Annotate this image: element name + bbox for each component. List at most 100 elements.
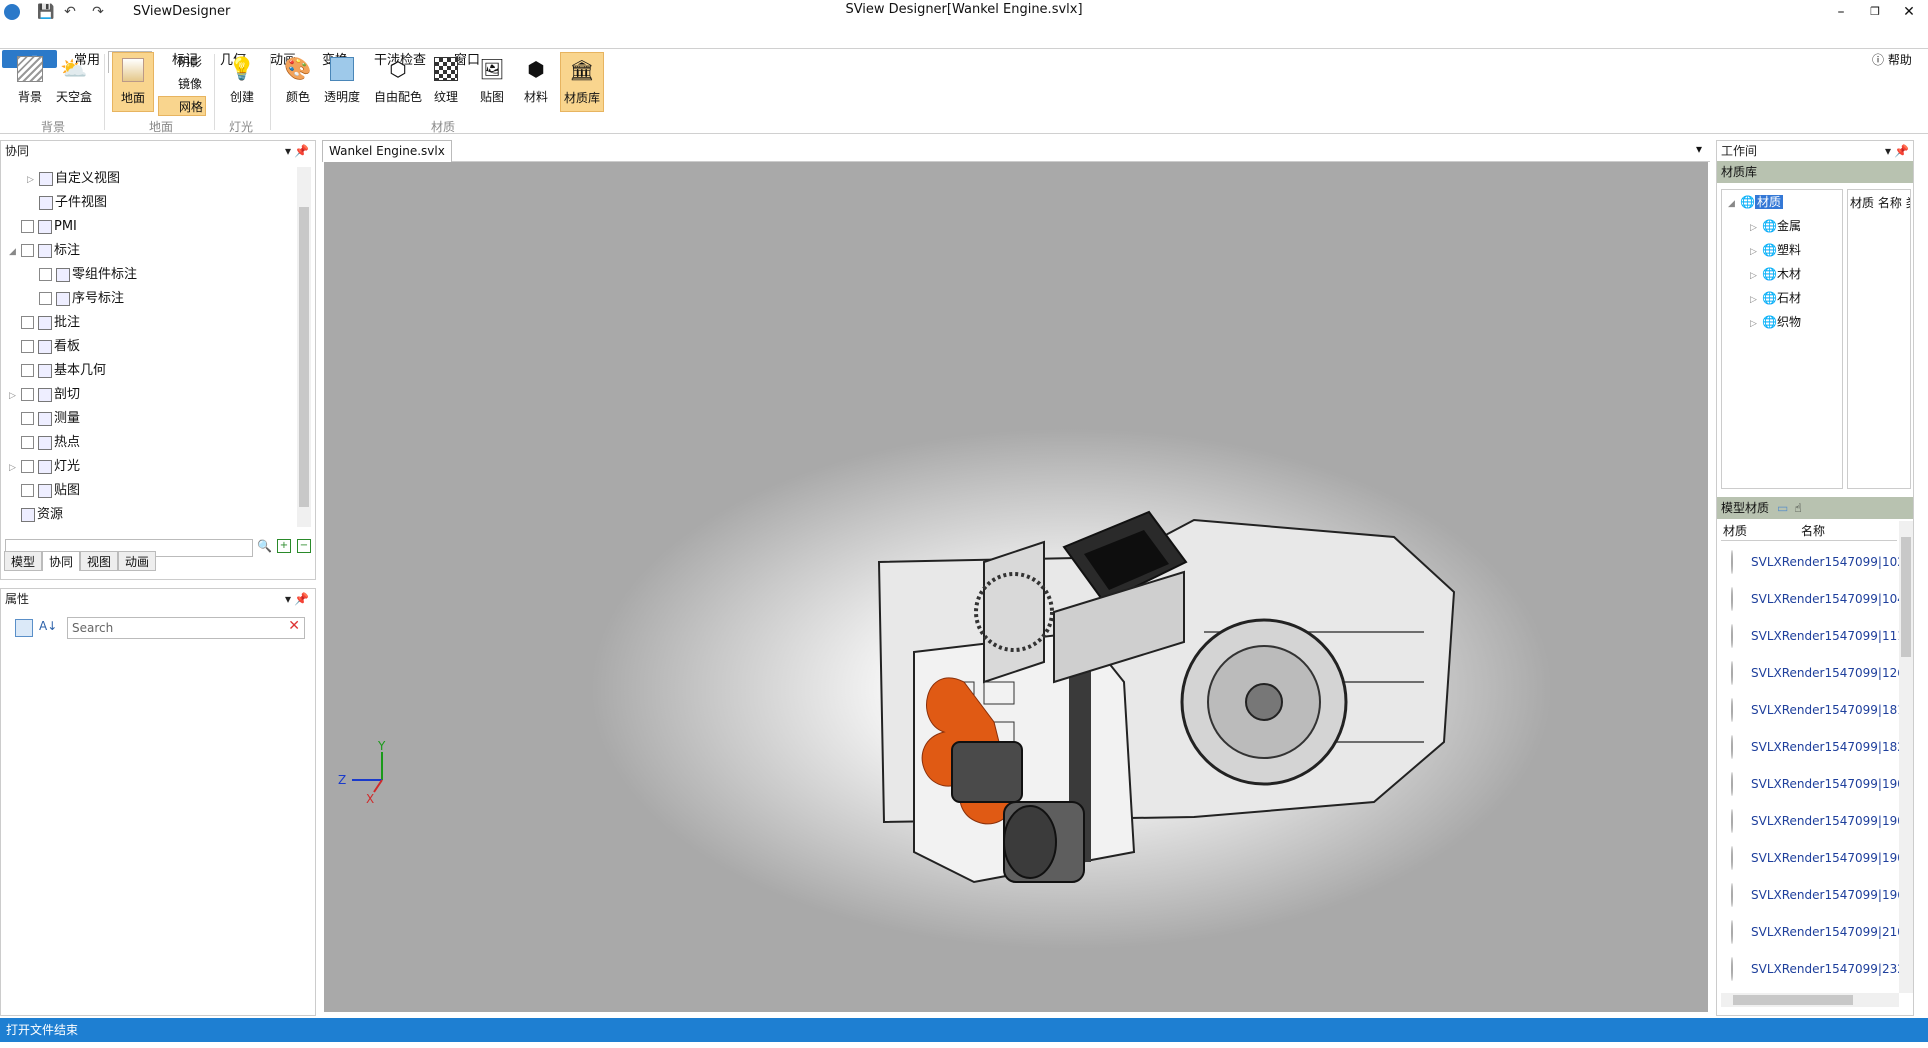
minimize-button[interactable]: – — [1826, 2, 1856, 22]
tree-item[interactable]: 测量 — [9, 407, 295, 431]
background-button[interactable]: 背景 — [10, 52, 50, 112]
scroll-thumb[interactable] — [1901, 537, 1911, 657]
checkbox[interactable] — [21, 436, 34, 449]
expand-icon[interactable]: ▷ — [1750, 264, 1762, 288]
materials-hscrollbar[interactable] — [1721, 993, 1899, 1007]
tree-scrollbar[interactable] — [297, 167, 311, 527]
checkbox[interactable] — [21, 388, 34, 401]
material-row[interactable]: SVLXRender1547099|190740 — [1721, 839, 1899, 876]
checkbox[interactable] — [39, 268, 52, 281]
properties-menu-icon[interactable]: ▾ — [285, 589, 291, 609]
panel-menu-icon[interactable]: ▾ — [285, 141, 291, 161]
library-item[interactable]: ▷ 🌐木材 — [1722, 262, 1842, 286]
tree-item[interactable]: ◢ 标注 — [9, 239, 295, 263]
library-item[interactable]: ▷ 🌐金属 — [1722, 214, 1842, 238]
skybox-button[interactable]: ⛅ 天空盒 — [54, 52, 94, 112]
tab-model-panel[interactable]: 模型 — [4, 551, 43, 571]
material-library-button[interactable]: 🏛 材质库 — [560, 52, 604, 112]
close-button[interactable]: ✕ — [1894, 2, 1924, 22]
material-row[interactable]: SVLXRender1547099|232550 — [1721, 950, 1899, 987]
checkbox[interactable] — [39, 292, 52, 305]
ground-button[interactable]: 地面 — [112, 52, 154, 112]
restore-button[interactable]: ❐ — [1860, 2, 1890, 22]
checkbox[interactable] — [21, 484, 34, 497]
scroll-thumb[interactable] — [299, 207, 309, 507]
expand-icon[interactable]: ▷ — [9, 456, 21, 480]
material-row[interactable]: SVLXRender1547099|210420 — [1721, 913, 1899, 950]
expand-icon[interactable]: ▷ — [1750, 312, 1762, 336]
tree-item[interactable]: ▷ 灯光 — [9, 455, 295, 479]
tree-item[interactable]: 看板 — [9, 335, 295, 359]
expand-icon[interactable]: ▷ — [27, 168, 39, 192]
collapse-all-icon[interactable]: − — [297, 539, 311, 553]
tab-animation-panel[interactable]: 动画 — [118, 551, 157, 571]
shadow-button[interactable]: 阴影 — [158, 52, 206, 72]
tree-item[interactable]: 资源 — [9, 503, 295, 527]
3d-viewport[interactable]: Y Z X — [324, 162, 1708, 1012]
filter-search-icon[interactable]: 🔍 — [257, 539, 272, 553]
tree-item[interactable]: 序号标注 — [9, 287, 295, 311]
decal-button[interactable]: 🖼 贴图 — [472, 52, 512, 112]
pin-icon[interactable]: 📌 — [1894, 141, 1909, 161]
checkbox[interactable] — [21, 460, 34, 473]
material-row[interactable]: SVLXRender1547099|10480 — [1721, 580, 1899, 617]
expand-icon[interactable]: ▷ — [9, 384, 21, 408]
sort-az-icon[interactable]: A↓ — [39, 619, 57, 633]
expand-icon[interactable]: ▷ — [1750, 288, 1762, 312]
tab-collab-panel[interactable]: 协同 — [42, 551, 81, 571]
pick-material-icon[interactable]: ☝ — [1794, 501, 1801, 515]
document-tab[interactable]: Wankel Engine.svlx — [322, 140, 452, 162]
expand-icon[interactable]: ◢ — [1728, 192, 1740, 216]
library-item[interactable]: ▷ 🌐塑料 — [1722, 238, 1842, 262]
grid-button[interactable]: 网格 — [158, 96, 206, 116]
categorized-icon[interactable] — [15, 619, 33, 637]
tree-item[interactable]: 贴图 — [9, 479, 295, 503]
create-light-button[interactable]: 💡 创建 — [222, 52, 262, 112]
texture-button[interactable]: 纹理 — [426, 52, 466, 112]
tree-item[interactable]: 子件视图 — [9, 191, 295, 215]
add-material-icon[interactable]: ▭ — [1777, 501, 1788, 515]
material-row[interactable]: SVLXRender1547099|182390 — [1721, 728, 1899, 765]
properties-search-input[interactable]: Search ✕ — [67, 617, 305, 639]
expand-icon[interactable]: ◢ — [9, 240, 21, 264]
expand-all-icon[interactable]: + — [277, 539, 291, 553]
checkbox[interactable] — [21, 340, 34, 353]
checkbox[interactable] — [21, 412, 34, 425]
checkbox[interactable] — [21, 364, 34, 377]
checkbox[interactable] — [21, 220, 34, 233]
material-row[interactable]: SVLXRender1547099|190340 — [1721, 802, 1899, 839]
clear-search-icon[interactable]: ✕ — [288, 618, 300, 634]
material-row[interactable]: SVLXRender1547099|111880 — [1721, 617, 1899, 654]
pin-icon[interactable]: 📌 — [294, 589, 309, 609]
tree-item[interactable]: PMI — [9, 215, 295, 239]
tree-item[interactable]: ▷ 自定义视图 — [9, 167, 295, 191]
materials-scrollbar[interactable] — [1899, 521, 1913, 993]
tab-menu-icon[interactable]: ▾ — [1696, 142, 1702, 156]
tab-view-panel[interactable]: 视图 — [80, 551, 119, 571]
library-item[interactable]: ▷ 🌐石材 — [1722, 286, 1842, 310]
color-button[interactable]: 🎨 颜色 — [278, 52, 318, 112]
tree-item[interactable]: 热点 — [9, 431, 295, 455]
checkbox[interactable] — [21, 244, 34, 257]
transparency-button[interactable]: 透明度 — [322, 52, 362, 112]
pin-icon[interactable]: 📌 — [294, 141, 309, 161]
mirror-button[interactable]: 镜像 — [158, 74, 206, 94]
library-item[interactable]: ▷ 🌐织物 — [1722, 310, 1842, 334]
material-row[interactable]: SVLXRender1547099|126930 — [1721, 654, 1899, 691]
tree-item[interactable]: ▷ 剖切 — [9, 383, 295, 407]
tree-item[interactable]: 批注 — [9, 311, 295, 335]
material-row[interactable]: SVLXRender1547099|190280 — [1721, 765, 1899, 802]
library-root[interactable]: ◢ 🌐 材质 — [1722, 190, 1842, 214]
free-color-button[interactable]: ⬡ 自由配色 — [370, 52, 426, 112]
tree-item[interactable]: 零组件标注 — [9, 263, 295, 287]
workspace-menu-icon[interactable]: ▾ — [1885, 141, 1891, 161]
engine-model[interactable]: Y Z X — [324, 162, 1708, 1012]
material-row[interactable]: SVLXRender1547099|181390 — [1721, 691, 1899, 728]
expand-icon[interactable]: ▷ — [1750, 216, 1762, 240]
expand-icon[interactable]: ▷ — [1750, 240, 1762, 264]
material-button[interactable]: ⬢ 材料 — [516, 52, 556, 112]
tree-item[interactable]: 基本几何 — [9, 359, 295, 383]
scroll-thumb[interactable] — [1733, 995, 1853, 1005]
material-row[interactable]: SVLXRender1547099|10240 — [1721, 543, 1899, 580]
material-row[interactable]: SVLXRender1547099|196060 — [1721, 876, 1899, 913]
